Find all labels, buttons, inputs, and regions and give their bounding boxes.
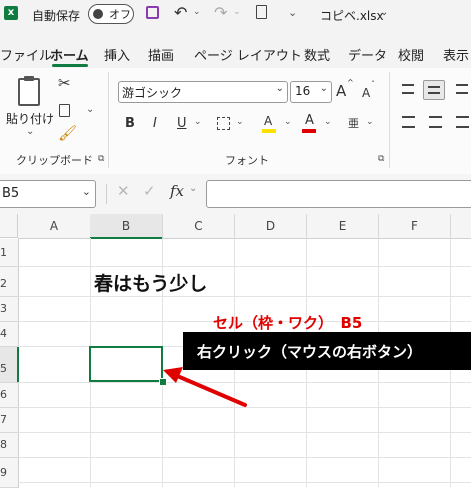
annotation-arrow-layer bbox=[163, 367, 247, 407]
arrow-shaft bbox=[173, 373, 247, 407]
